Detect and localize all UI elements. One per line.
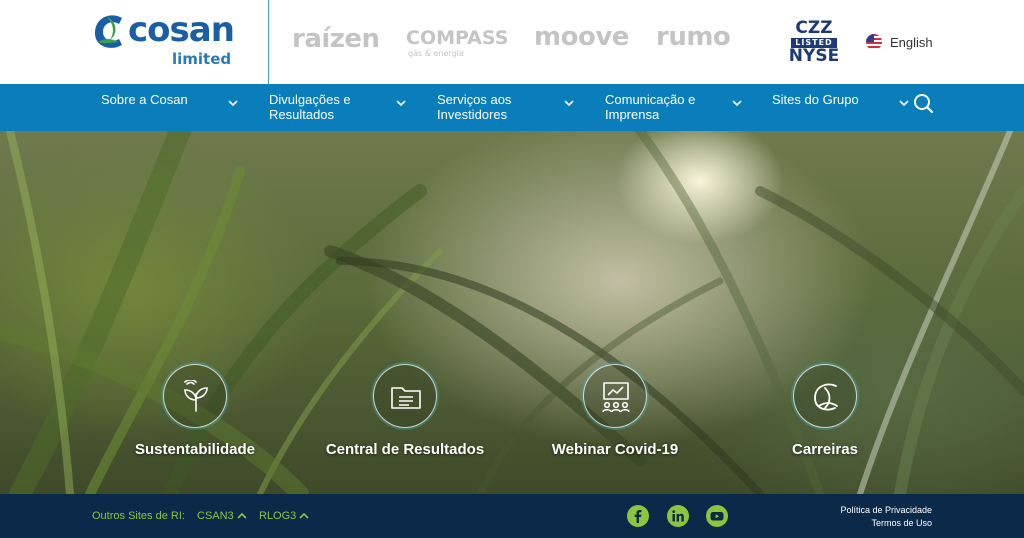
- footer-link-csan3[interactable]: CSAN3: [197, 510, 247, 522]
- us-flag-icon: [866, 34, 882, 50]
- nav-item-label: Comunicação e Imprensa: [605, 92, 696, 122]
- tile-icon-circle: [583, 364, 647, 428]
- search-icon[interactable]: [912, 92, 934, 114]
- chevron-down-icon: [899, 98, 909, 108]
- tile-icon-circle: [163, 364, 227, 428]
- chevron-down-icon: [564, 98, 574, 108]
- tile-central-de-resultados[interactable]: Central de Resultados: [315, 364, 495, 464]
- footer-link-label: CSAN3: [197, 510, 234, 522]
- chevron-down-icon: [732, 98, 742, 108]
- nyse-listing-badge[interactable]: CZZ LISTED NYSE: [788, 18, 840, 66]
- youtube-icon[interactable]: [706, 505, 728, 527]
- nav-item-label: Serviços aos Investidores: [437, 92, 512, 122]
- nav-item-comunicacao[interactable]: Comunicação e Imprensa: [605, 92, 742, 124]
- presentation-icon: [602, 382, 630, 413]
- language-switch[interactable]: English: [866, 33, 933, 51]
- tile-label: Sustentabilidade: [134, 441, 256, 458]
- footer-link-rlog3[interactable]: RLOG3: [259, 510, 309, 522]
- brand-compass-logo[interactable]: COMPASS: [406, 27, 508, 49]
- tile-label: Webinar Covid-19: [551, 441, 679, 458]
- tile-label: Carreiras: [792, 441, 858, 458]
- footer-link-label: RLOG3: [259, 510, 297, 522]
- nav-item-servicos[interactable]: Serviços aos Investidores: [437, 92, 574, 124]
- plant-icon: [184, 380, 208, 412]
- cosan-c-mark-icon: [94, 15, 122, 48]
- cosan-logo[interactable]: cosan limited: [92, 8, 242, 74]
- outros-sites-label: Outros Sites de RI:: [92, 510, 185, 522]
- tile-icon-circle: [793, 364, 857, 428]
- site-header: cosan limited raízen COMPASS gás & energ…: [0, 0, 1024, 84]
- hero-banner: Sustentabilidade Central de Resultados W…: [0, 131, 1024, 494]
- nav-item-label: Sites do Grupo: [772, 92, 859, 107]
- nav-item-sites[interactable]: Sites do Grupo: [772, 92, 909, 124]
- tile-sustentabilidade[interactable]: Sustentabilidade: [105, 364, 285, 464]
- nav-item-divulgacoes[interactable]: Divulgações e Resultados: [269, 92, 406, 124]
- nav-item-sobre[interactable]: Sobre a Cosan: [101, 92, 238, 124]
- chevron-down-icon: [228, 98, 238, 108]
- nyse-ticker: CZZ: [795, 18, 833, 38]
- tile-icon-circle: [373, 364, 437, 428]
- site-footer: Outros Sites de RI: CSAN3 RLOG3 Política…: [0, 494, 1024, 538]
- logo-subtitle: limited: [172, 50, 232, 68]
- language-label: English: [890, 34, 933, 50]
- chevron-up-icon: [237, 512, 247, 519]
- legal-links: Política de Privacidade Termos de Uso: [840, 504, 932, 530]
- header-divider: [268, 0, 269, 84]
- main-nav: Sobre a Cosan Divulgações e Resultados S…: [0, 84, 1024, 131]
- nav-item-label: Sobre a Cosan: [101, 92, 188, 107]
- tile-label: Central de Resultados: [325, 441, 485, 458]
- tile-webinar-covid[interactable]: Webinar Covid-19: [525, 364, 705, 464]
- brand-rumo-logo[interactable]: rumo: [656, 22, 731, 52]
- facebook-icon[interactable]: [627, 505, 649, 527]
- chevron-up-icon: [299, 512, 309, 519]
- nyse-exchange-label: NYSE: [788, 46, 840, 66]
- tile-carreiras[interactable]: Carreiras: [735, 364, 915, 464]
- nav-item-label: Divulgações e Resultados: [269, 92, 351, 122]
- brand-raizen-logo[interactable]: raízen: [292, 24, 380, 54]
- brand-moove-logo[interactable]: moove: [534, 22, 629, 52]
- leaf-logo-icon: [814, 383, 838, 411]
- brand-compass-subtitle: gás & energia: [408, 49, 464, 58]
- terms-of-use-link[interactable]: Termos de Uso: [840, 517, 932, 530]
- chevron-down-icon: [396, 98, 406, 108]
- linkedin-icon[interactable]: [667, 505, 689, 527]
- privacy-policy-link[interactable]: Política de Privacidade: [840, 504, 932, 517]
- logo-wordmark: cosan: [128, 10, 235, 50]
- folder-icon: [391, 387, 421, 409]
